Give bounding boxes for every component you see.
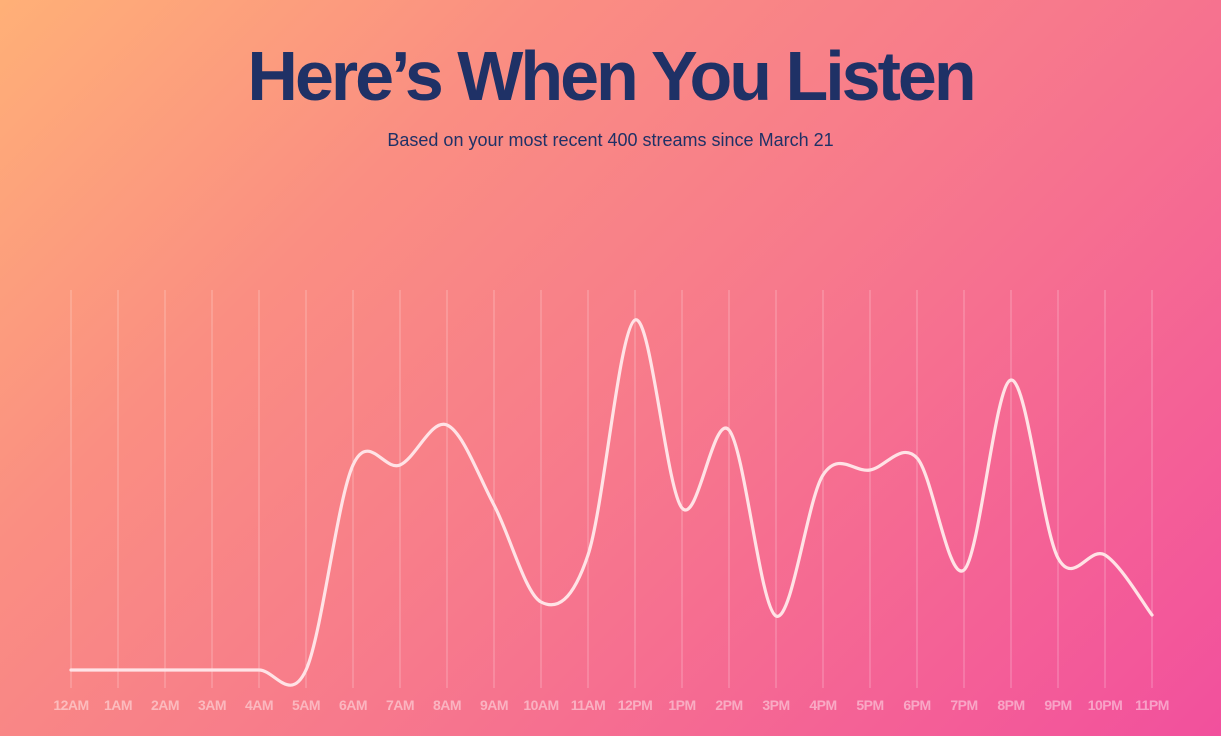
x-tick-label: 8AM [433,697,461,713]
data-point-11am [585,552,591,558]
x-tick-label: 5AM [292,697,320,713]
data-point-7pm [961,567,967,573]
x-tick-label: 7PM [950,697,977,713]
x-tick-label: 7AM [386,697,414,713]
data-point-3am [209,667,215,673]
x-tick-label: 4AM [245,697,273,713]
x-tick-label: 10PM [1088,697,1123,713]
data-point-8pm [1008,377,1014,383]
data-point-10pm [1102,552,1108,558]
data-point-5pm [867,467,873,473]
x-tick-label: 1AM [104,697,132,713]
x-tick-label: 9PM [1044,697,1071,713]
data-point-9am [491,502,497,508]
x-tick-label: 12AM [53,697,88,713]
data-point-8am [444,422,450,428]
x-tick-label: 6PM [903,697,930,713]
data-point-2am [162,667,168,673]
x-tick-label: 11PM [1135,697,1169,713]
data-point-2pm [726,427,732,433]
data-point-12am [68,667,74,673]
x-axis-tick-labels: 12AM 1AM 2AM 3AM 4AM 5AM 6AM 7AM 8AM 9AM 10AM 11AM 1… [53,697,1169,713]
data-point-1am [115,667,121,673]
x-tick-label: 9AM [480,697,508,713]
data-point-7am [397,462,403,468]
listening-series-line [69,318,1154,687]
data-point-6pm [914,455,920,461]
x-tick-label: 2PM [715,697,742,713]
x-tick-label: 12PM [618,697,653,713]
data-point-10am [538,599,544,605]
data-point-4pm [820,472,826,478]
data-point-3pm [773,613,779,619]
data-point-1pm [679,505,685,511]
x-tick-label: 3PM [762,697,789,713]
x-tick-label: 2AM [151,697,179,713]
x-tick-label: 6AM [339,697,367,713]
data-point-4am [256,667,262,673]
data-point-5am [303,667,309,673]
x-tick-label: 10AM [523,697,558,713]
x-tick-label: 11AM [571,697,606,713]
series-layer [68,317,1155,687]
data-point-12pm [632,317,638,323]
x-tick-label: 1PM [668,697,695,713]
gridlines [70,290,1153,688]
x-tick-label: 8PM [997,697,1024,713]
x-tick-label: 5PM [856,697,883,713]
x-tick-label: 3AM [198,697,226,713]
data-point-6am [350,462,356,468]
x-tick-label: 4PM [809,697,836,713]
listening-time-chart: 12AM 1AM 2AM 3AM 4AM 5AM 6AM 7AM 8AM 9AM 10AM 11AM 1… [53,290,1169,713]
data-point-9pm [1055,555,1061,561]
data-point-11pm [1149,612,1155,618]
